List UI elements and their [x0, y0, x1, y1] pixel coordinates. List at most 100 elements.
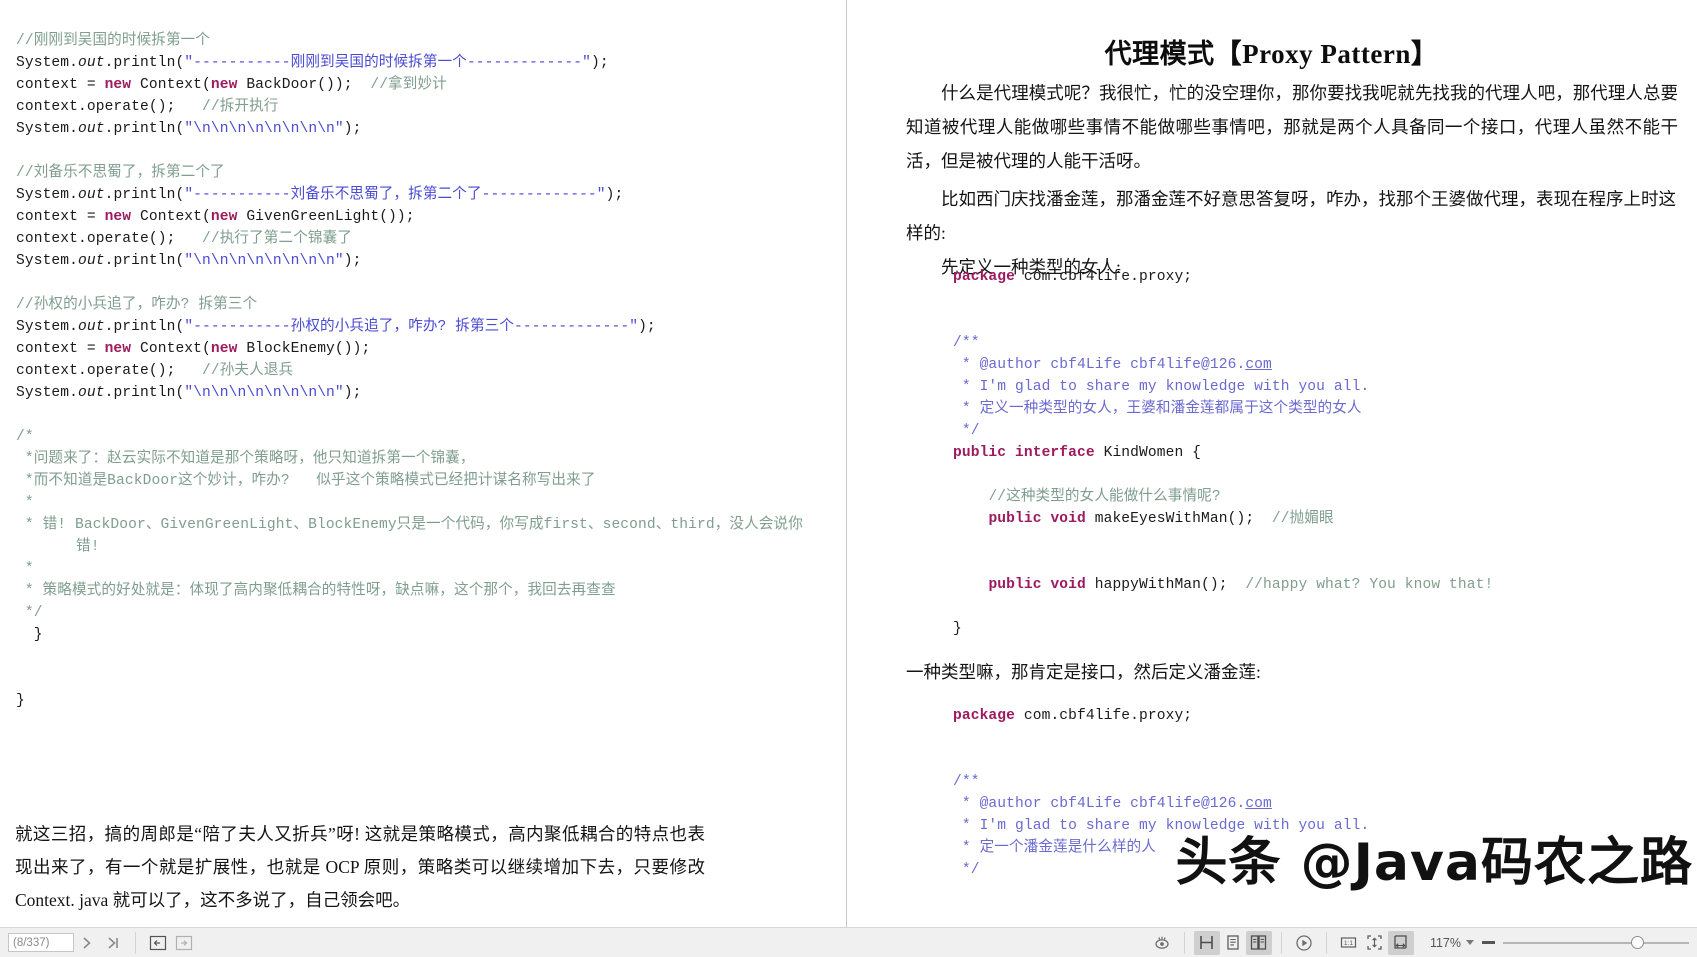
chevron-down-icon[interactable]: [1466, 940, 1474, 945]
code-token: */: [16, 605, 43, 621]
page-title: 代理模式【Proxy Pattern】: [846, 32, 1697, 71]
code-token: new: [105, 209, 132, 225]
page-number-input[interactable]: (8/337): [8, 933, 74, 952]
code-token: );: [344, 121, 362, 137]
pdf-viewer: //刚刚到吴国的时候拆第一个System.out.println("------…: [0, 0, 1697, 957]
code-line: *: [16, 492, 806, 514]
code-token: }: [953, 621, 962, 637]
code-line: [16, 668, 806, 690]
code-token: [953, 489, 988, 505]
code-line: [16, 646, 806, 668]
code-token: new: [105, 77, 132, 93]
code-token: }: [16, 693, 25, 709]
actual-size-button[interactable]: 1:1: [1336, 931, 1362, 955]
code-token: [953, 577, 988, 593]
code-token: }: [16, 627, 43, 643]
code-token: context =: [16, 341, 105, 357]
code-token: * 错! BackDoor、GivenGreenLight、BlockEnemy…: [16, 517, 803, 555]
page-left[interactable]: //刚刚到吴国的时候拆第一个System.out.println("------…: [0, 0, 846, 927]
code-token: com: [1245, 796, 1272, 812]
zoom-slider-knob[interactable]: [1631, 936, 1644, 949]
code-line: * @author cbf4Life cbf4life@126.com: [953, 793, 1693, 815]
single-page-button[interactable]: [1220, 931, 1246, 955]
toolbar-separator: [1281, 932, 1282, 954]
code-line: context.operate(); //孙夫人退兵: [16, 360, 806, 382]
code-token: context.operate();: [16, 99, 202, 115]
toolbar-separator: [1184, 932, 1185, 954]
code-line: * @author cbf4Life cbf4life@126.com: [953, 354, 1693, 376]
code-token: System.: [16, 121, 78, 137]
code-token: /**: [953, 335, 980, 351]
code-line: System.out.println("-----------刘备乐不思蜀了，拆…: [16, 184, 806, 206]
code-token: * I'm glad to share my knowledge with yo…: [953, 379, 1369, 395]
code-line: * 错! BackDoor、GivenGreenLight、BlockEnemy…: [16, 514, 806, 558]
back-navigation-button[interactable]: [145, 931, 171, 955]
code-token: * @author cbf4Life cbf4life@126.: [953, 796, 1245, 812]
code-line: * I'm glad to share my knowledge with yo…: [953, 376, 1693, 398]
code-token: );: [606, 187, 624, 203]
code-line: /**: [953, 771, 1693, 793]
code-line: [953, 310, 1693, 332]
fit-page-button[interactable]: [1362, 931, 1388, 955]
fit-tools-group: 1:1: [1330, 928, 1420, 957]
mid-paragraph: 一种类型嘛，那肯定是接口，然后定义潘金莲:: [906, 655, 1678, 689]
code-line: */: [953, 420, 1693, 442]
code-line: package com.cbf4life.proxy;: [953, 266, 1693, 288]
code-line: //刘备乐不思蜀了，拆第二个了: [16, 162, 806, 184]
code-token: public void: [988, 511, 1085, 527]
code-line: * 定义一种类型的女人，王婆和潘金莲都属于这个类型的女人: [953, 398, 1693, 420]
code-token: out: [78, 121, 105, 137]
code-token: out: [78, 253, 105, 269]
code-token: *问题来了：赵云实际不知道是那个策略呀，他只知道拆第一个锦囊，: [16, 451, 475, 467]
page-layout-group: [1188, 928, 1278, 957]
code-token: //拿到妙计: [370, 77, 447, 93]
lead-paragraph-1: 比如西门庆找潘金莲，那潘金莲不好意思答复呀，咋办，找那个王婆做代理，表现在程序上…: [906, 182, 1678, 250]
toolbar-separator: [1326, 932, 1327, 954]
read-aloud-button[interactable]: [1149, 931, 1175, 955]
code-token: public void: [988, 577, 1085, 593]
zoom-out-button[interactable]: [1482, 941, 1495, 944]
presentation-group: [1285, 928, 1323, 957]
left-page-paragraph: 就这三招，搞的周郎是“陪了夫人又折兵”呀! 这就是策略模式，高内聚低耦合的特点也…: [15, 818, 705, 917]
code-line: System.out.println("\n\n\n\n\n\n\n\n");: [16, 118, 806, 140]
fit-width-button[interactable]: [1388, 931, 1414, 955]
document-pages-area[interactable]: //刚刚到吴国的时候拆第一个System.out.println("------…: [0, 0, 1697, 927]
code-line: }: [16, 624, 806, 646]
next-page-button[interactable]: [74, 931, 100, 955]
code-token: .println(: [105, 385, 185, 401]
code-token: );: [344, 253, 362, 269]
code-line: public void makeEyesWithMan(); //抛媚眼: [953, 508, 1693, 530]
code-token: out: [78, 55, 105, 71]
code-token: context =: [16, 209, 105, 225]
code-token: System.: [16, 253, 78, 269]
code-token: .println(: [105, 319, 185, 335]
last-page-button[interactable]: [100, 931, 126, 955]
page-divider: [846, 0, 847, 927]
code-line: * 策略模式的好处就是：体现了高内聚低耦合的特性呀，缺点嘛，这个那个，我回去再查…: [16, 580, 806, 602]
zoom-slider[interactable]: [1503, 936, 1689, 950]
left-page-code-block: //刚刚到吴国的时候拆第一个System.out.println("------…: [16, 30, 806, 712]
code-token: //这种类型的女人能做什么事情呢?: [988, 489, 1220, 505]
code-token: Context(: [131, 341, 211, 357]
code-line: context.operate(); //拆开执行: [16, 96, 806, 118]
code-token: com: [1245, 357, 1272, 373]
code-token: //孙夫人退兵: [202, 363, 293, 379]
code-token: "\n\n\n\n\n\n\n\n": [184, 253, 343, 269]
two-page-view-button[interactable]: [1246, 931, 1272, 955]
code-token: );: [344, 385, 362, 401]
code-line: *而不知道是BackDoor这个妙计，咋办? 似乎这个策略模式已经把计谋名称写出…: [16, 470, 806, 492]
code-token: *而不知道是BackDoor这个妙计，咋办? 似乎这个策略模式已经把计谋名称写出…: [16, 473, 596, 489]
code-line: [953, 464, 1693, 486]
code-line: *问题来了：赵云实际不知道是那个策略呀，他只知道拆第一个锦囊，: [16, 448, 806, 470]
code-token: */: [953, 862, 980, 878]
page-right[interactable]: 代理模式【Proxy Pattern】 什么是代理模式呢？我很忙，忙的没空理你，…: [846, 0, 1697, 927]
code-line: System.out.println("-----------孙权的小兵追了，咋…: [16, 316, 806, 338]
presentation-button[interactable]: [1291, 931, 1317, 955]
code-token: */: [953, 423, 980, 439]
code-token: System.: [16, 187, 78, 203]
forward-navigation-button[interactable]: [171, 931, 197, 955]
single-page-continuous-button[interactable]: [1194, 931, 1220, 955]
zoom-level-control[interactable]: 117%: [1430, 936, 1474, 950]
code-line: [953, 288, 1693, 310]
code-token: context =: [16, 77, 105, 93]
